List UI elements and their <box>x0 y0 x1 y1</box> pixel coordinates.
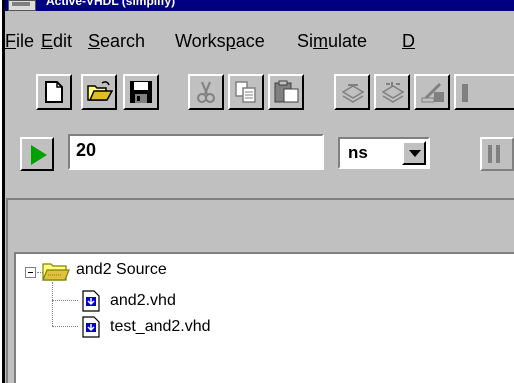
menu-edit[interactable]: Edit <box>41 31 72 52</box>
build-icon <box>421 82 444 103</box>
design-tree: and2 Source and2.vhd test_and2.vhd <box>14 252 514 383</box>
open-button[interactable] <box>81 74 117 110</box>
main-toolbar <box>6 74 514 124</box>
system-menu-icon[interactable] <box>8 0 36 11</box>
tree-connector <box>52 282 53 326</box>
cut-button[interactable] <box>188 74 224 110</box>
paste-button[interactable] <box>268 74 304 110</box>
toolbar-overflow-button[interactable] <box>454 74 514 110</box>
menu-bar: File Edit Search Workspace Simulate D <box>5 13 514 59</box>
chevron-down-icon[interactable] <box>402 141 426 165</box>
vhdl-file-icon <box>82 316 100 338</box>
tree-file-label[interactable]: test_and2.vhd <box>110 318 211 336</box>
folder-icon <box>42 263 70 281</box>
pause-icon <box>488 145 500 163</box>
collapse-toggle[interactable] <box>25 267 36 278</box>
build-next-icon <box>462 84 468 102</box>
app-window: Active-VHDL (simplify) File Edit Search … <box>2 0 514 383</box>
open-folder-icon <box>87 81 113 101</box>
simulation-toolbar: 20 ns <box>6 134 514 186</box>
time-unit-value: ns <box>348 143 368 162</box>
menu-simulate[interactable]: Simulate <box>297 31 367 52</box>
workspace-pane: and2 Source and2.vhd test_and2.vhd <box>6 198 514 383</box>
menu-file[interactable]: File <box>5 31 34 52</box>
save-icon <box>130 81 152 103</box>
tree-root-label[interactable]: and2 Source <box>76 261 167 279</box>
compile-icon <box>341 84 365 103</box>
menu-design[interactable]: D <box>402 31 415 52</box>
tree-file-label[interactable]: and2.vhd <box>110 292 176 310</box>
compile-all-button[interactable] <box>374 74 410 110</box>
run-play-icon <box>31 145 47 165</box>
copy-icon <box>235 81 256 103</box>
new-file-icon <box>45 81 63 103</box>
tree-connector <box>52 326 78 327</box>
title-bar: Active-VHDL (simplify) <box>2 0 514 11</box>
menu-search[interactable]: Search <box>88 31 145 52</box>
pause-button[interactable] <box>480 137 514 171</box>
run-button[interactable] <box>20 137 54 171</box>
save-button[interactable] <box>123 74 159 110</box>
simulation-time-input[interactable]: 20 <box>68 134 324 170</box>
tree-connector <box>52 300 78 301</box>
cut-icon <box>197 81 215 103</box>
build-button[interactable] <box>414 74 450 110</box>
workspace-header <box>8 200 514 252</box>
compile-all-icon <box>381 82 405 103</box>
menu-workspace[interactable]: Workspace <box>175 31 265 52</box>
copy-button[interactable] <box>228 74 264 110</box>
vhdl-file-icon <box>82 290 100 312</box>
time-unit-select[interactable]: ns <box>338 137 430 169</box>
compile-button[interactable] <box>334 74 370 110</box>
window-title: Active-VHDL (simplify) <box>46 0 176 8</box>
paste-icon <box>274 80 299 103</box>
new-file-button[interactable] <box>36 74 72 110</box>
